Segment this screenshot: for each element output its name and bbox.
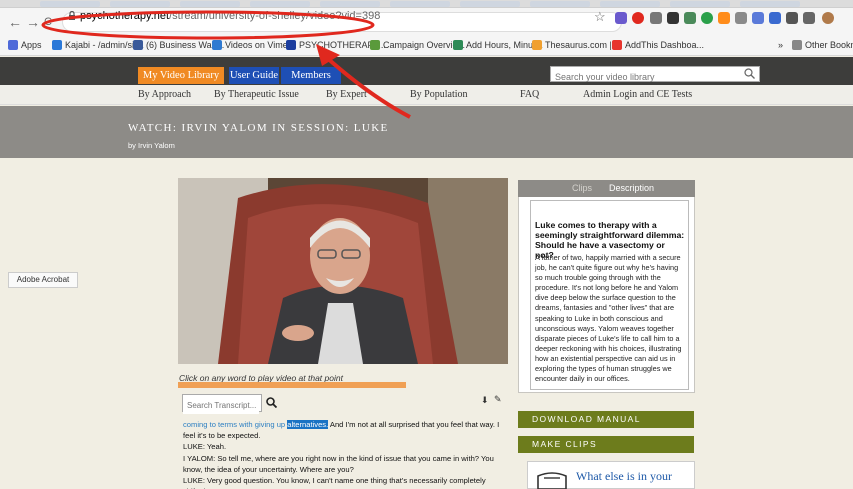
bookmark-addhours[interactable]: Add Hours, Minut... [453,40,543,50]
bookmark-kajabi[interactable]: Kajabi - /admin/sit... [52,40,144,50]
browser-tab[interactable] [180,1,240,7]
browser-tab[interactable] [530,1,590,7]
bookmark-label: Apps [21,40,42,50]
transcript-search [182,394,262,414]
user-guide-button[interactable]: User Guide [229,67,279,84]
browser-tab[interactable] [670,1,730,7]
transcript-search-input[interactable] [183,397,259,414]
browser-tab[interactable] [40,1,100,7]
browser-tab[interactable] [600,1,660,7]
extension-icon[interactable] [667,12,679,24]
bookmark-apps[interactable]: Apps [8,40,42,50]
members-area-button[interactable]: Members Area [281,67,341,98]
vimeo-icon [212,40,222,50]
search-icon[interactable] [266,397,277,408]
extension-icon[interactable] [735,12,747,24]
author-byline: by Irvin Yalom [128,141,175,150]
apps-grid-icon [8,40,18,50]
menu-icon[interactable] [803,12,815,24]
bookmark-other[interactable]: Other Bookmarks [792,40,853,50]
page-title: WATCH: IRVIN YALOM IN SESSION: LUKE [128,122,389,134]
reload-button[interactable]: C [44,14,52,30]
extension-icon[interactable] [752,12,764,24]
extension-icon[interactable] [684,12,696,24]
library-search [550,66,760,84]
psychotherapy-icon [286,40,296,50]
transcript-text[interactable]: coming to terms with giving up alternati… [183,419,511,489]
library-search-input[interactable] [551,70,731,84]
extension-icon[interactable] [701,12,713,24]
bookmark-label: Thesaurus.com |... [545,40,620,50]
business-icon [133,40,143,50]
menu-admin-login[interactable]: Admin Login and CE Tests [583,89,692,100]
adobe-acrobat-button[interactable]: Adobe Acrobat [8,272,78,288]
book-icon [537,472,567,489]
make-clips-button[interactable]: MAKE CLIPS [518,436,694,453]
browser-tab[interactable] [250,1,310,7]
transcript-current-word[interactable]: alternatives. [287,420,329,429]
transcript-line[interactable]: know, the idea of your uncertainty. Wher… [183,464,511,475]
menu-by-population[interactable]: By Population [410,89,468,100]
video-progress-bar[interactable] [178,382,406,388]
folder-icon [792,40,802,50]
extension-icon[interactable] [615,12,627,24]
menu-by-therapeutic-issue[interactable]: By Therapeutic Issue [214,89,299,100]
description-body: A father of two, happily married with a … [535,253,682,384]
tab-description[interactable]: Description [609,183,654,193]
url-path: /stream/university-of-shelley/video?vid=… [169,10,381,22]
kajabi-icon [52,40,62,50]
pinterest-icon[interactable] [632,12,644,24]
url-text[interactable]: psychotherapy.net/stream/university-of-s… [80,10,380,22]
addthis-icon [612,40,622,50]
bookmark-label: Videos on Vimeo [225,40,293,50]
browser-tab[interactable] [740,1,800,7]
back-button[interactable]: ← [8,14,22,30]
video-player[interactable] [178,178,508,364]
transcript-line[interactable]: LUKE: Yeah. [183,441,511,452]
menu-faq[interactable]: FAQ [520,89,539,100]
extension-icon[interactable] [650,12,662,24]
forward-button[interactable]: → [26,14,40,30]
campaign-icon [370,40,380,50]
download-manual-button[interactable]: DOWNLOAD MANUAL [518,411,694,428]
lock-icon [69,11,75,20]
extension-icon[interactable] [769,12,781,24]
transcript-line: coming to terms with giving up alternati… [183,419,511,430]
url-host: psychotherapy.net [80,10,170,22]
menu-by-expert[interactable]: By Expert [326,89,367,100]
transcript-played[interactable]: coming to terms with giving up [183,420,287,429]
transcript-line[interactable]: feel it's to be expected. [183,430,511,441]
browser-tab[interactable] [110,1,170,7]
what-else-heading: What else is in your [576,469,672,483]
browser-tab-strip [0,0,853,8]
bookmark-vimeo[interactable]: Videos on Vimeo [212,40,293,50]
extension-icon[interactable] [718,12,730,24]
bookmark-addthis[interactable]: AddThis Dashboa... [612,40,704,50]
edit-icon[interactable]: ✎ [494,394,502,405]
bookmark-business[interactable]: (6) Business Wan... [133,40,224,50]
bookmark-label: AddThis Dashboa... [625,40,705,50]
download-icon[interactable]: ⬇ [481,395,489,406]
transcript-upcoming[interactable]: And I'm not at all surprised that you fe… [328,420,499,429]
thesaurus-icon [532,40,542,50]
browser-tab[interactable] [390,1,450,7]
panel-tabs [518,180,695,197]
menu-by-approach[interactable]: By Approach [138,89,191,100]
search-icon[interactable] [744,68,755,79]
transcript-line[interactable]: I YALOM: So tell me, where are you right… [183,453,511,464]
profile-avatar[interactable] [822,12,834,24]
browser-tab[interactable] [460,1,520,7]
bookmark-star-icon[interactable]: ☆ [594,9,606,25]
bookmark-thesaurus[interactable]: Thesaurus.com |... [532,40,619,50]
more-bookmarks-button[interactable]: » [778,40,783,50]
my-video-library-button[interactable]: My Video Library [138,67,224,84]
transcript-line[interactable]: LUKE: Very good question. You know, I ca… [183,475,511,489]
tab-clips[interactable]: Clips [572,183,592,193]
video-frame-image [178,178,508,364]
browser-tab[interactable] [320,1,380,7]
addhours-icon [453,40,463,50]
extension-icon[interactable] [786,12,798,24]
bookmark-campaign[interactable]: Campaign Overvie... [370,40,465,50]
bookmark-label: Other Bookmarks [805,40,853,50]
